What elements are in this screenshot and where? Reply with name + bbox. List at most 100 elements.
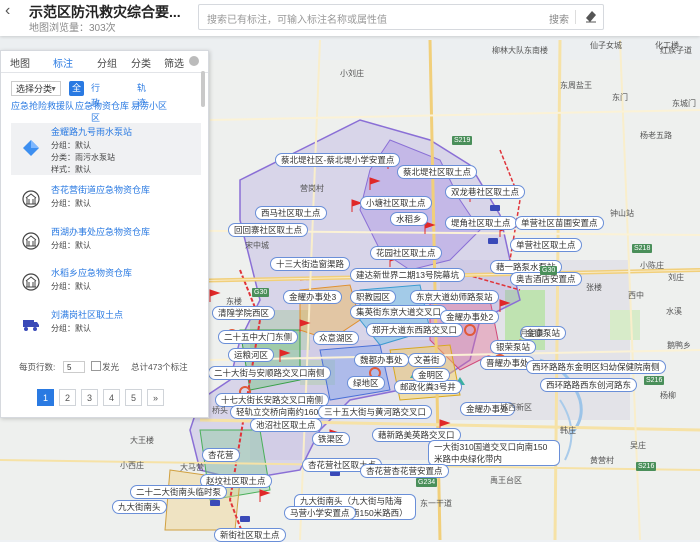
map-label[interactable]: 蔡北堤社区取土点 [397,165,478,179]
search-button[interactable]: 搜索 [549,11,569,26]
map-label[interactable]: 绿地区 [347,376,385,390]
map-label[interactable]: 单营社区苗圃安置点 [515,216,604,230]
tab-category[interactable]: 分类 [131,55,151,70]
list-item[interactable]: 杏花营街道应急物资仓库 分组：默认 [11,181,201,221]
place-label: 杨柳 [660,391,676,400]
search-box: 搜索已有标注，可输入标注名称或属性值 搜索 [198,4,604,30]
panel-scrollbar[interactable] [201,71,205,107]
place-label: 东楼 [226,297,242,306]
glow-checkbox-label: 发光 [102,362,120,372]
annotation-panel: 地图 标注 分组 分类 筛选 选择分类 ▼ 全部 行政区域图 轨迹 应急抢险救援… [0,50,209,418]
place-label: 禹王台区 [490,476,522,485]
place-label: 吴庄 [630,441,646,450]
map-label[interactable]: 运粮河区 [228,348,275,362]
map-label[interactable]: 水稻乡 [390,212,428,226]
glow-checkbox[interactable] [91,361,101,371]
map-label[interactable]: 花园社区取土点 [370,246,442,260]
map-label[interactable]: 二十五中大门东侧 [218,330,299,344]
map-label[interactable]: 二十大街与安顺路交叉口南侧 [208,366,331,380]
map-label[interactable]: 杏花营杏花营安置点 [360,464,449,478]
blue-diamond-icon [23,140,39,156]
tab-annotation[interactable]: 标注 [53,55,73,70]
map-label[interactable]: 建达新世界二期13号院幕坑 [350,268,465,282]
warehouse-icon [22,232,40,250]
place-label: 营岗村 [300,184,324,193]
place-label: 张楼 [586,283,602,292]
filter-supply-warehouse[interactable]: 应急物资仓库 [75,99,129,112]
map-label[interactable]: 单营社区取土点 [510,238,582,252]
map-label[interactable]: 回回寨社区取土点 [228,223,309,237]
rows-per-page-select[interactable]: 5 [63,361,85,373]
place-label: 宋中城 [245,241,269,250]
page-5[interactable]: 5 [125,389,142,406]
page-4[interactable]: 4 [103,389,120,406]
search-input[interactable]: 搜索已有标注，可输入标注名称或属性值 [207,11,387,26]
map-label[interactable]: 众意湖区 [313,331,360,345]
map-label[interactable]: 郑开大道东西路交叉口 [366,323,464,337]
map-label[interactable]: 铁渠区 [312,432,350,446]
place-label: 东城门 [672,99,696,108]
map-label[interactable]: 邮政化粪3号井 [394,380,462,394]
page-3[interactable]: 3 [81,389,98,406]
tab-filter[interactable]: 筛选 [164,55,184,70]
view-count: 地图浏览量：303次 [29,23,116,34]
item-name: 水稻乡应急物资仓库 [51,268,133,278]
map-label[interactable]: 银荣泵站 [490,340,537,354]
map-label[interactable]: 小塘社区取土点 [360,196,432,210]
list-item[interactable]: 西湖办事处应急物资仓库 分组：默认 [11,223,201,263]
page-next[interactable]: » [147,389,164,406]
place-label: 水溪 [666,307,682,316]
close-icon[interactable] [189,56,199,66]
rows-per-page-label: 每页行数: [19,362,56,372]
list-item[interactable]: 金耀路九号雨水泵站 分组：默认 分类：雨污水泵站 样式：默认 [11,123,201,175]
category-select[interactable]: 选择分类 ▼ [11,81,61,96]
chevron-down-icon: ▼ [50,86,57,93]
eraser-icon[interactable] [584,8,598,24]
map-label[interactable]: 魏都办事处 [354,353,409,367]
map-label[interactable]: 金耀办事处2 [440,310,500,324]
item-name: 西湖办事处应急物资仓库 [51,227,151,237]
map-label[interactable]: 堤角社区取土点 [445,216,517,230]
road-shield: G234 [416,478,438,487]
place-label: 红族子道 [660,46,692,55]
road-shield: S216 [636,462,657,471]
page-1[interactable]: 1 [37,389,54,406]
map-label[interactable]: 双龙巷社区取土点 [445,185,526,199]
map-label[interactable]: 池沼社区取土点 [250,418,322,432]
place-label: 鹅鸭乡 [667,341,691,350]
map-label[interactable]: 东京大道幼师路泵站 [410,290,499,304]
map-label[interactable]: 清隍学院西区 [212,306,276,320]
map-label[interactable]: 集英街东京大道交叉口 [350,305,448,319]
back-arrow-icon[interactable]: ‹ [5,2,10,20]
map-label[interactable]: 马营小学安置点 [284,506,356,520]
map-label[interactable]: 西马社区取土点 [255,206,327,220]
map-label[interactable]: 十三大街造窗渠路 [270,257,351,271]
map-label[interactable]: 九大街南头 [112,500,167,514]
item-field: 分组：默认 [51,199,91,208]
place-label: 东一干道 [420,499,452,508]
map-label[interactable]: 西环路路西东创河路东 [540,378,638,392]
filter-rescue-team[interactable]: 应急抢险救援队 [11,99,74,112]
tab-group[interactable]: 分组 [97,55,117,70]
list-item[interactable]: 水稻乡应急物资仓库 分组：默认 [11,264,201,304]
map-label[interactable]: 职教园区 [350,290,397,304]
category-pill-track[interactable]: 轨迹 [137,81,146,108]
page-2[interactable]: 2 [59,389,76,406]
road-shield: S219 [452,136,473,145]
category-pill-all[interactable]: 全部 [69,81,85,108]
map-label[interactable]: 金耀办事处3 [283,290,343,304]
map-label[interactable]: 一大街310国道交叉口向南150米路中央绿化带内 [428,440,560,466]
category-pill-admin-map[interactable]: 行政区域图 [91,81,100,153]
search-divider [575,10,576,24]
map-label[interactable]: 金明区 [412,368,450,382]
map-label[interactable]: 蔡北堤社区-蔡北堤小学安置点 [275,153,401,167]
place-label: 大王楼 [130,436,154,445]
list-item[interactable]: 刘满岗社区取土点 分组：默认 [11,306,201,346]
map-label[interactable]: 二十二大街南头临时泵 [130,485,228,499]
filter-flood-prone[interactable]: 易涝小区 [131,99,167,112]
map-label[interactable]: 杏花营 [202,448,240,462]
map-label[interactable]: 西环路路东金明区妇幼保健院南侧 [526,360,666,374]
map-label[interactable]: 文善街 [408,353,446,367]
tab-map[interactable]: 地图 [10,55,30,70]
map-label[interactable]: 三十五大街与黄河路交叉口 [318,405,433,419]
